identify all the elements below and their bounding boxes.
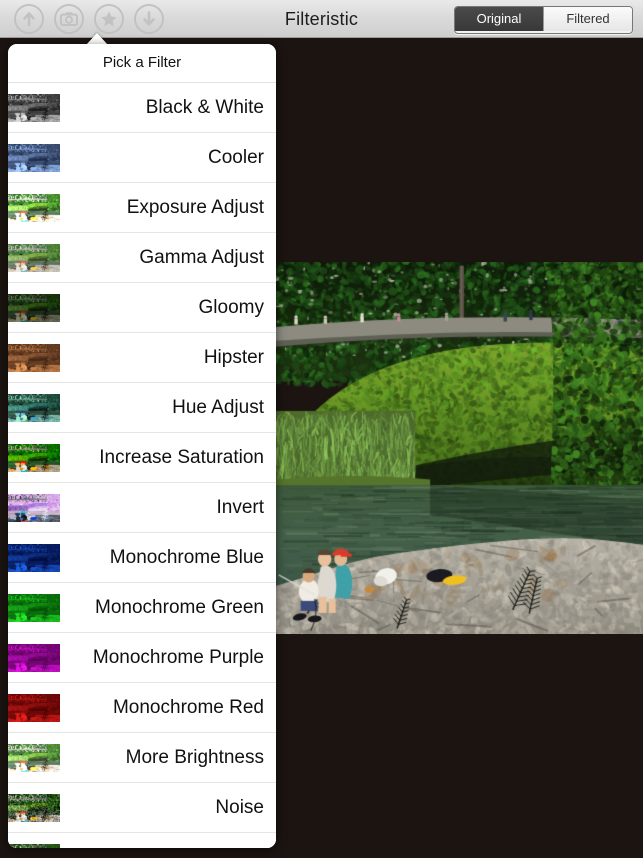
filter-label: Monochrome Blue — [109, 546, 264, 568]
filter-row[interactable]: Monochrome Purple — [8, 633, 276, 683]
filter-row[interactable]: Exposure Adjust — [8, 183, 276, 233]
popover-title: Pick a Filter — [8, 44, 276, 83]
photo-viewer[interactable] — [276, 262, 643, 634]
filter-label: Exposure Adjust — [126, 196, 264, 218]
filter-thumbnail — [8, 244, 60, 272]
filter-label: Monochrome Purple — [92, 646, 264, 668]
filter-row[interactable]: Cooler — [8, 133, 276, 183]
filter-label: Cooler — [208, 146, 264, 168]
filter-row[interactable]: Noise — [8, 783, 276, 833]
photo-image[interactable] — [276, 262, 643, 634]
star-icon[interactable] — [94, 4, 124, 34]
filter-row[interactable]: Monochrome Green — [8, 583, 276, 633]
filter-label: Noise — [215, 796, 264, 818]
filter-label: Invert — [216, 496, 264, 518]
filter-label: Gloomy — [198, 296, 264, 318]
filter-thumbnail — [8, 844, 60, 848]
filter-row[interactable]: Black & White — [8, 83, 276, 133]
filter-row[interactable]: Monochrome Red — [8, 683, 276, 733]
filter-label: Monochrome Red — [112, 696, 264, 718]
filter-thumbnail — [8, 794, 60, 822]
filter-label: Monochrome Green — [95, 596, 264, 618]
filter-thumbnail — [8, 694, 60, 722]
filter-thumbnail — [8, 494, 60, 522]
filter-thumbnail — [8, 294, 60, 322]
filter-row[interactable]: Hipster — [8, 333, 276, 383]
app-window: Filteristic Original Filtered Pick a Filt… — [0, 0, 643, 858]
filter-label: Increase Saturation — [99, 446, 264, 468]
filter-thumbnail — [8, 744, 60, 772]
filter-list[interactable]: Black & White Cooler Exposure Adjust Gamma … — [8, 83, 276, 848]
filter-row[interactable]: Hue Adjust — [8, 383, 276, 433]
upload-icon[interactable] — [14, 4, 44, 34]
filter-label: Hipster — [203, 346, 264, 368]
segment-filtered[interactable]: Filtered — [543, 7, 632, 31]
filter-label: More Brightness — [125, 746, 264, 768]
filter-thumbnail — [8, 594, 60, 622]
filter-thumbnail — [8, 344, 60, 372]
filter-thumbnail — [8, 194, 60, 222]
segment-original[interactable]: Original — [455, 7, 543, 31]
toolbar-icon-group — [14, 4, 164, 34]
filter-row[interactable]: More Brightness — [8, 733, 276, 783]
filter-row[interactable]: Increase Saturation — [8, 433, 276, 483]
filter-row[interactable] — [8, 833, 276, 848]
camera-icon[interactable] — [54, 4, 84, 34]
filter-thumbnail — [8, 94, 60, 122]
view-mode-segmented-control[interactable]: Original Filtered — [454, 6, 633, 34]
filter-row[interactable]: Gloomy — [8, 283, 276, 333]
filter-row[interactable]: Monochrome Blue — [8, 533, 276, 583]
filter-thumbnail — [8, 444, 60, 472]
filter-label: Black & White — [145, 96, 264, 118]
filter-thumbnail — [8, 544, 60, 572]
filter-row[interactable]: Invert — [8, 483, 276, 533]
download-icon[interactable] — [134, 4, 164, 34]
filter-picker-popover: Pick a Filter Black & White Cooler Exposur… — [8, 44, 276, 848]
filter-label: Gamma Adjust — [139, 246, 264, 268]
filter-thumbnail — [8, 644, 60, 672]
filter-row[interactable]: Gamma Adjust — [8, 233, 276, 283]
filter-thumbnail — [8, 144, 60, 172]
filter-label: Hue Adjust — [172, 396, 264, 418]
filter-thumbnail — [8, 394, 60, 422]
